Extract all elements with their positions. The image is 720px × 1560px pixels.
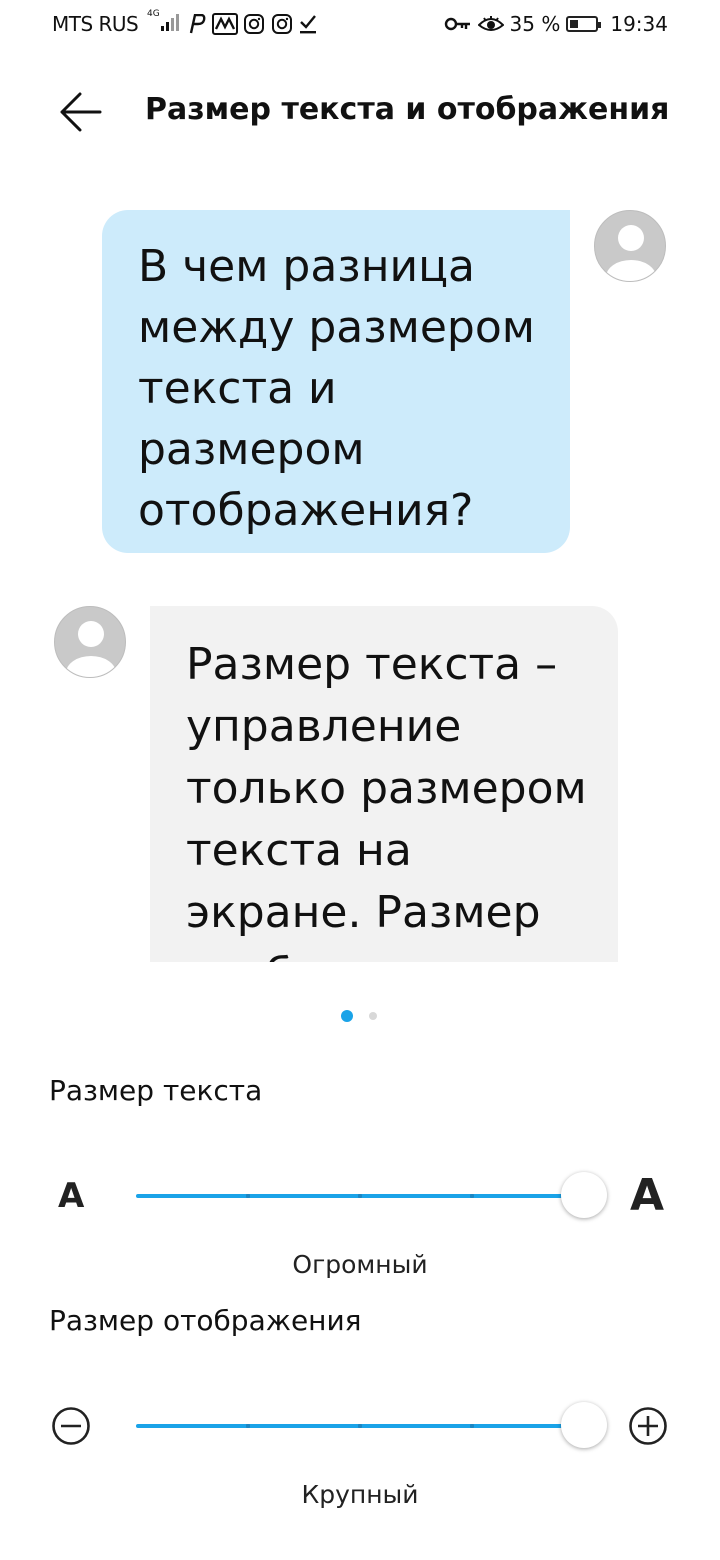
- minus-circle-icon[interactable]: [51, 1406, 91, 1446]
- page-indicator-inactive: [369, 1012, 377, 1020]
- text-size-slider[interactable]: [136, 1172, 607, 1218]
- user-message-text: В чем разница между размером текста и ра…: [138, 241, 535, 536]
- reply-message-bubble: Размер текста – управление только размер…: [150, 606, 618, 962]
- clock: 19:34: [610, 12, 668, 36]
- app-icon: [212, 13, 238, 35]
- back-button[interactable]: [58, 88, 106, 136]
- status-bar: MTS RUS 4G 35 % 19:34: [0, 0, 720, 52]
- battery-icon: [566, 16, 602, 32]
- plus-circle-icon[interactable]: [628, 1406, 668, 1446]
- arrow-back-icon: [60, 92, 102, 132]
- display-size-label: Размер отображения: [49, 1304, 362, 1337]
- text-size-value: Огромный: [292, 1250, 428, 1279]
- reply-message-text: Размер текста – управление только размер…: [186, 639, 587, 962]
- parking-icon: [189, 14, 206, 34]
- person-icon: [66, 621, 116, 677]
- slider-thumb[interactable]: [561, 1402, 607, 1448]
- text-size-label: Размер текста: [49, 1074, 263, 1107]
- slider-tick: [470, 1424, 474, 1428]
- eye-icon: [477, 16, 504, 31]
- slider-tick: [358, 1424, 362, 1428]
- user-message-bubble: В чем разница между размером текста и ра…: [102, 210, 570, 553]
- instagram-icon: [272, 14, 292, 34]
- text-size-large-icon: A: [630, 1170, 665, 1221]
- user-avatar: [594, 210, 666, 282]
- carrier-name: MTS RUS: [52, 12, 139, 36]
- slider-tick: [246, 1194, 250, 1198]
- battery-level: [570, 20, 579, 28]
- slider-tick: [470, 1194, 474, 1198]
- status-right: 35 % 19:34: [444, 12, 668, 36]
- slider-tick: [246, 1424, 250, 1428]
- network-type: 4G: [147, 9, 160, 19]
- page-indicator-active: [341, 1010, 353, 1022]
- battery-percent: 35 %: [509, 12, 561, 36]
- slider-thumb[interactable]: [561, 1172, 607, 1218]
- text-size-preview[interactable]: В чем разница между размером текста и ра…: [0, 190, 720, 962]
- signal-icon: [161, 14, 179, 31]
- reply-avatar: [54, 606, 126, 678]
- text-size-small-icon: A: [58, 1176, 85, 1216]
- download-done-icon: [300, 15, 316, 34]
- page-title: Размер текста и отображения: [145, 92, 670, 127]
- key-icon: [444, 17, 470, 31]
- slider-tick: [358, 1194, 362, 1198]
- display-size-value: Крупный: [301, 1480, 419, 1509]
- person-icon: [606, 225, 656, 281]
- instagram-icon: [244, 14, 264, 34]
- display-size-slider[interactable]: [136, 1402, 607, 1448]
